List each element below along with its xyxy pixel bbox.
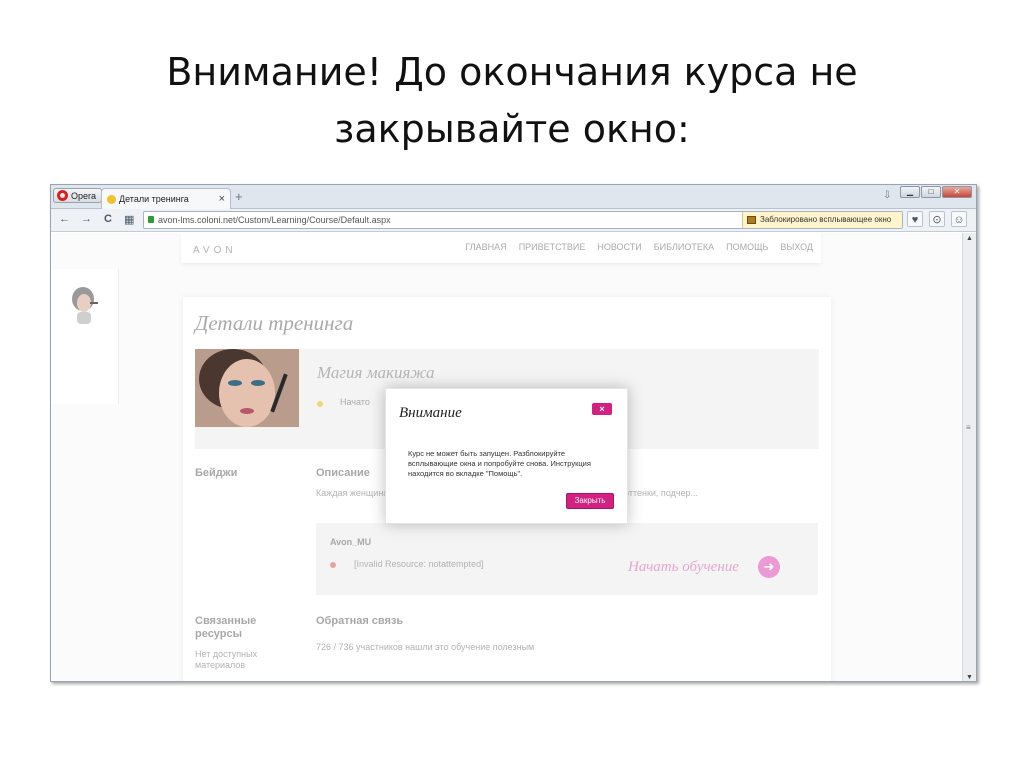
speed-dial-icon[interactable]: ▦ — [124, 213, 134, 226]
course-status: Начато — [340, 397, 370, 407]
download-icon[interactable]: ⊙ — [929, 211, 945, 227]
url-text: avon-lms.coloni.net/Custom/Learning/Cour… — [158, 215, 391, 225]
site-nav: ГЛАВНАЯ ПРИВЕТСТВИЕ НОВОСТИ БИБЛИОТЕКА П… — [465, 242, 813, 252]
module-name: Avon_MU — [330, 537, 372, 547]
popup-blocked-icon — [747, 216, 756, 224]
course-name: Магия макияжа — [317, 363, 435, 382]
alert-dialog: Внимание × Курс не может быть запущен. Р… — [385, 388, 628, 524]
avatar[interactable] — [68, 285, 100, 325]
nav-library[interactable]: БИБЛИОТЕКА — [654, 242, 714, 252]
popup-blocked-notice[interactable]: Заблокировано всплывающее окно — [742, 212, 902, 228]
tab-course-details[interactable]: Детали тренинга × — [101, 188, 231, 209]
new-tab-icon[interactable]: + — [235, 189, 243, 204]
scroll-down-icon[interactable]: ▼ — [966, 674, 973, 681]
related-resources-label: Связанные ресурсы — [195, 615, 257, 640]
account-icon[interactable]: ☺ — [951, 211, 967, 227]
scroll-up-icon[interactable]: ▲ — [966, 235, 973, 242]
opera-menu-label: Opera — [71, 190, 97, 201]
status-dot-icon — [317, 401, 323, 407]
minimize-button[interactable]: ▁ — [900, 186, 920, 198]
tab-close-icon[interactable]: × — [219, 193, 225, 205]
dialog-close-button[interactable]: Закрыть — [566, 493, 614, 509]
forward-icon[interactable]: → — [81, 213, 92, 225]
feedback-label: Обратная связь — [316, 615, 404, 627]
page-title: Детали тренинга — [195, 311, 354, 335]
address-bar[interactable]: avon-lms.coloni.net/Custom/Learning/Cour… — [143, 211, 903, 229]
favicon-icon — [107, 194, 116, 204]
opera-logo-icon — [57, 190, 68, 201]
start-arrow-icon[interactable]: ➜ — [758, 556, 780, 578]
site-header: AVON ГЛАВНАЯ ПРИВЕТСТВИЕ НОВОСТИ БИБЛИОТ… — [181, 233, 821, 263]
nav-welcome[interactable]: ПРИВЕТСТВИЕ — [519, 242, 586, 252]
navigation-bar: ← → C ▦ avon-lms.coloni.net/Custom/Learn… — [51, 209, 976, 232]
tab-menu-icon[interactable]: ⇩ — [883, 190, 891, 201]
nav-home[interactable]: ГЛАВНАЯ — [465, 242, 506, 252]
reload-icon[interactable]: C — [104, 213, 112, 225]
dialog-close-icon[interactable]: × — [592, 403, 612, 415]
course-image — [195, 349, 299, 427]
dialog-message: Курс не может быть запущен. Разблокируйт… — [408, 449, 591, 478]
module-launch-panel: Avon_MU [Invalid Resource: notattempted]… — [316, 523, 818, 595]
tab-bar: Opera Детали тренинга × + ⇩ ▁ □ ✕ — [51, 185, 976, 209]
back-icon[interactable]: ← — [59, 213, 70, 225]
page-viewport: AVON ГЛАВНАЯ ПРИВЕТСТВИЕ НОВОСТИ БИБЛИОТ… — [51, 233, 961, 681]
nav-exit[interactable]: ВЫХОД — [780, 242, 813, 252]
vertical-scrollbar[interactable]: ▲ ≡ ▼ — [962, 233, 976, 681]
badges-label: Бейджи — [195, 467, 238, 479]
nav-help[interactable]: ПОМОЩЬ — [726, 242, 768, 252]
close-window-button[interactable]: ✕ — [942, 186, 972, 198]
start-training-link[interactable]: Начать обучение — [628, 559, 739, 576]
feedback-text: 726 / 736 участников нашли это обучение … — [316, 642, 535, 652]
related-resources-note: Нет доступных материалов — [195, 649, 258, 670]
browser-screenshot: Opera Детали тренинга × + ⇩ ▁ □ ✕ ← → C … — [50, 184, 977, 682]
popup-blocked-label: Заблокировано всплывающее окно — [760, 215, 892, 224]
profile-rail — [51, 269, 119, 404]
avon-logo: AVON — [193, 245, 237, 256]
window-controls: ▁ □ ✕ — [900, 186, 972, 198]
scroll-grip-icon[interactable]: ≡ — [966, 423, 971, 432]
dialog-title: Внимание — [399, 405, 462, 421]
favorite-icon[interactable]: ♥ — [907, 211, 923, 227]
module-status-dot-icon — [330, 562, 336, 568]
nav-news[interactable]: НОВОСТИ — [597, 242, 641, 252]
description-label: Описание — [316, 467, 370, 479]
opera-menu-button[interactable]: Opera — [53, 188, 103, 203]
tab-title: Детали тренинга — [119, 194, 189, 204]
module-status: [Invalid Resource: notattempted] — [354, 559, 484, 569]
slide-title: Внимание! До окончания курса не закрывай… — [166, 50, 858, 151]
maximize-button[interactable]: □ — [921, 186, 941, 198]
lock-icon — [148, 216, 154, 223]
